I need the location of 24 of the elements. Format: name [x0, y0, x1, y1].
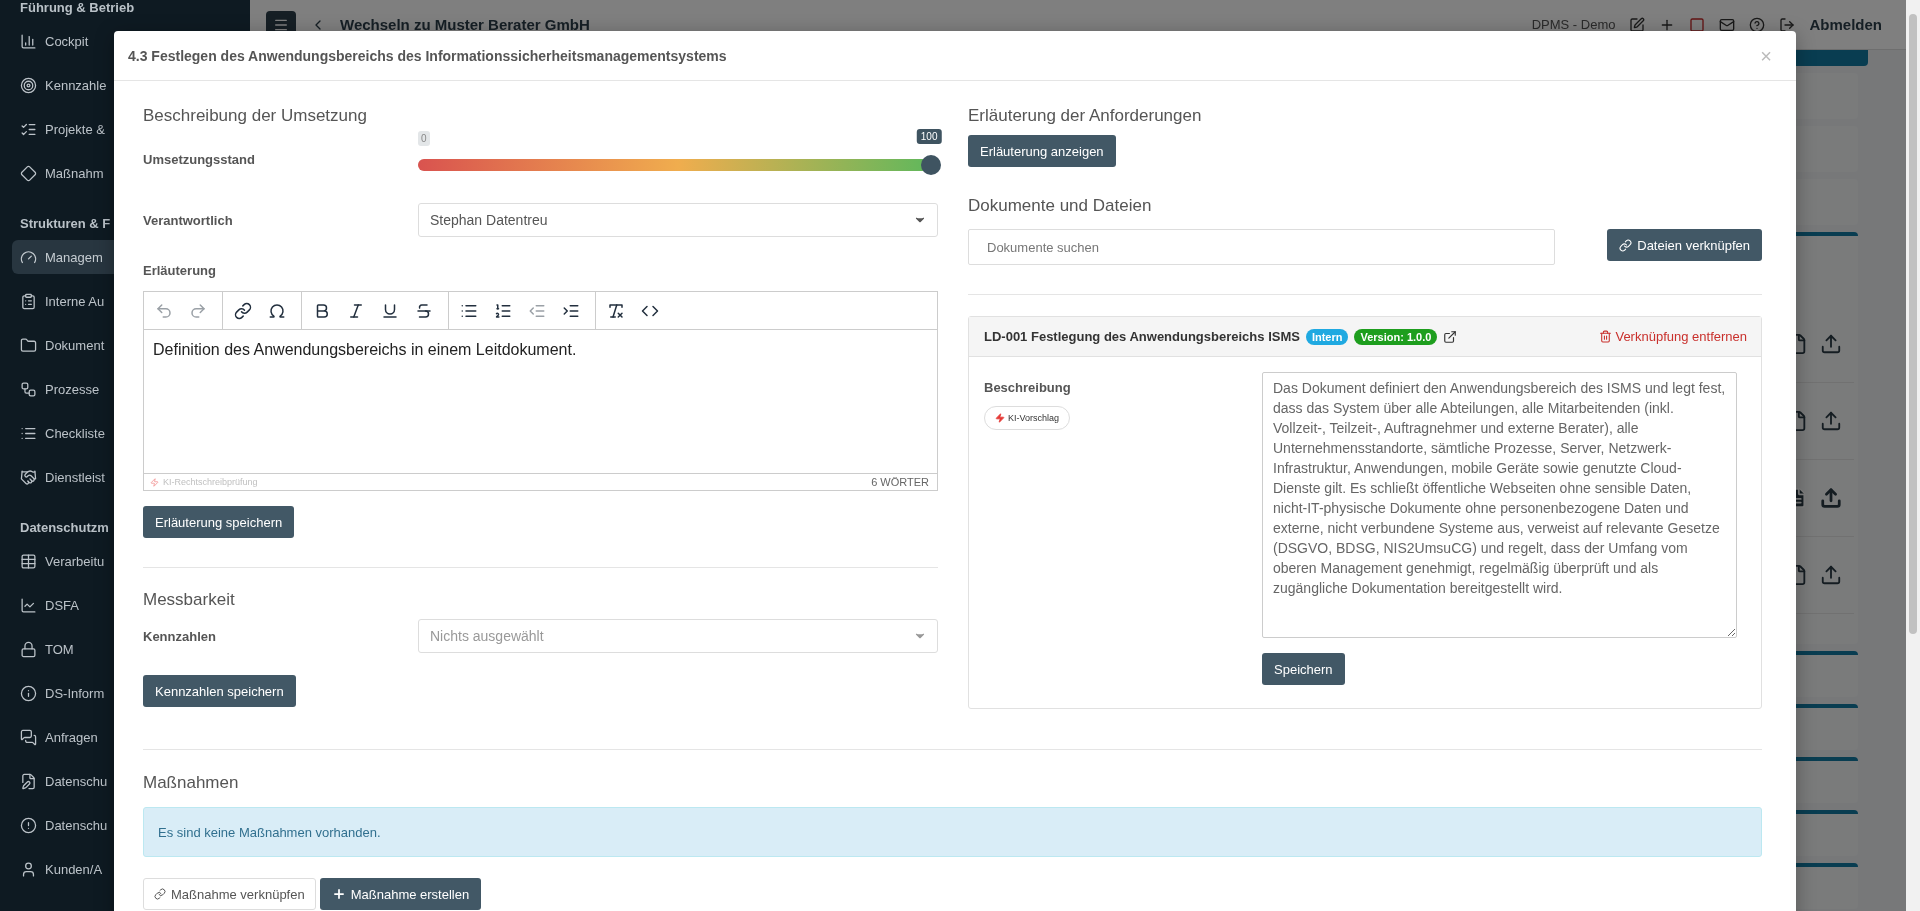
document-tag: Intern: [1305, 328, 1349, 345]
spellcheck-label: KI-Rechtschreibprüfung: [150, 477, 258, 487]
sidebar-heading: Führung & Betrieb: [20, 0, 135, 16]
modal-title: 4.3 Festlegen des Anwendungsbereichs des Informationssicherheitsmanagementsystems: [128, 47, 727, 64]
sidebar-heading: Datenschutzm: [20, 520, 109, 536]
field-label: Umsetzungsstand: [143, 152, 256, 169]
section-heading: Dokumente und Dateien: [968, 195, 1153, 217]
section-heading: Messbarkeit: [143, 589, 236, 611]
section-heading: Maßnahmen: [143, 772, 240, 794]
document-tag: Version: 1.0.0: [1354, 328, 1438, 345]
field-label: Kennzahlen: [143, 628, 217, 644]
editor-text: Definition des Anwendungsbereichs in einem Leitdokument.: [152, 340, 578, 360]
section-heading: Erläuterung der Anforderungen: [968, 105, 1203, 127]
field-label: Erläuterung: [143, 263, 217, 278]
slider-min-label: 0: [418, 131, 430, 146]
section-heading: Beschreibung der Umsetzung: [143, 105, 368, 127]
info-notice: Es sind keine Maßnahmen vorhanden.: [143, 807, 1762, 857]
sidebar-heading: Strukturen & F: [20, 216, 111, 232]
slider-value-tooltip: 100: [916, 129, 942, 144]
field-label: Beschreibung: [984, 380, 1072, 395]
document-title: LD-001 Festlegung des Anwendungsbereichs ISMS: [984, 329, 1300, 344]
environment-label: DPMS - Demo: [1531, 17, 1616, 32]
word-count: 6 WÖRTER: [871, 476, 929, 488]
field-label: Verantwortlich: [143, 212, 234, 228]
